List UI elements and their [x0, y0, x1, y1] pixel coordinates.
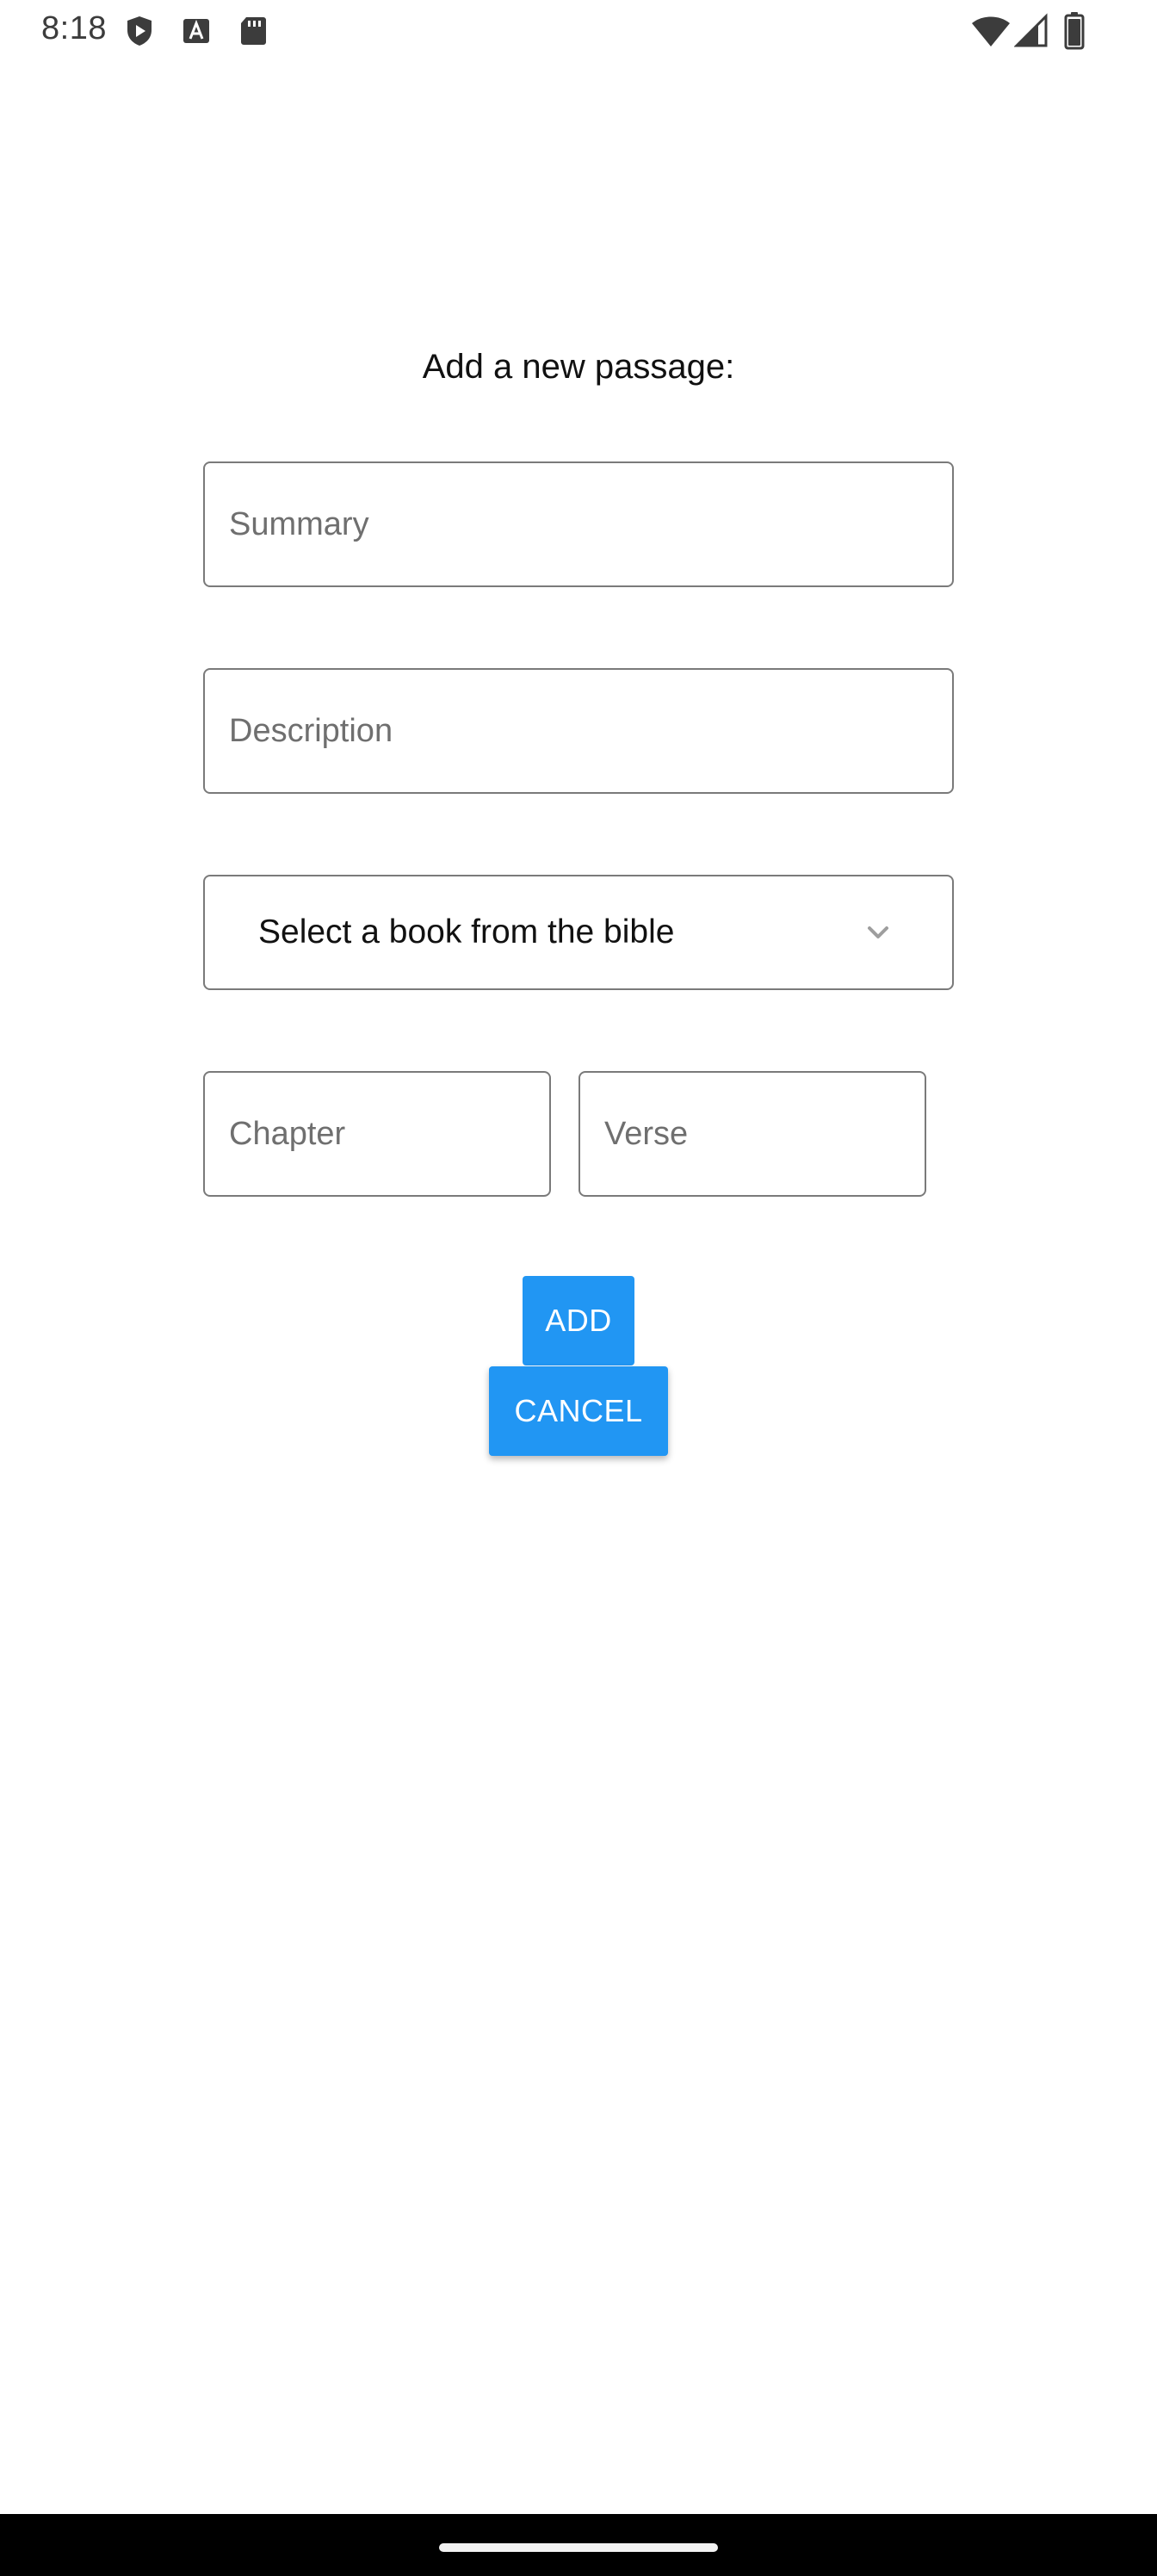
chevron-down-icon	[868, 926, 888, 938]
battery-icon	[1064, 12, 1085, 50]
chapter-input[interactable]	[205, 1073, 549, 1195]
sd-card-icon	[241, 17, 266, 45]
shield-play-icon	[127, 16, 152, 46]
book-select-label: Select a book from the bible	[258, 913, 675, 951]
book-select[interactable]: Select a book from the bible	[203, 875, 954, 990]
wifi-icon	[972, 16, 1010, 46]
description-input[interactable]	[205, 670, 952, 792]
verse-input[interactable]	[580, 1073, 925, 1195]
cancel-button[interactable]: CANCEL	[489, 1366, 668, 1456]
add-button[interactable]: ADD	[523, 1276, 634, 1365]
keyboard-a-icon	[183, 19, 209, 43]
home-gesture-handle[interactable]	[439, 2543, 718, 2552]
cell-signal-icon	[1014, 13, 1048, 47]
summary-field[interactable]	[203, 461, 954, 587]
chapter-field[interactable]	[203, 1071, 551, 1197]
description-field[interactable]	[203, 668, 954, 794]
screen: 8:18 Add a new passage: Summary Descript…	[0, 0, 1157, 2576]
status-time: 8:18	[41, 10, 107, 46]
verse-field[interactable]	[578, 1071, 926, 1197]
navigation-bar	[0, 2514, 1157, 2576]
summary-input[interactable]	[205, 463, 952, 585]
status-bar: 8:18	[0, 0, 1157, 62]
page-title: Add a new passage:	[422, 348, 735, 386]
